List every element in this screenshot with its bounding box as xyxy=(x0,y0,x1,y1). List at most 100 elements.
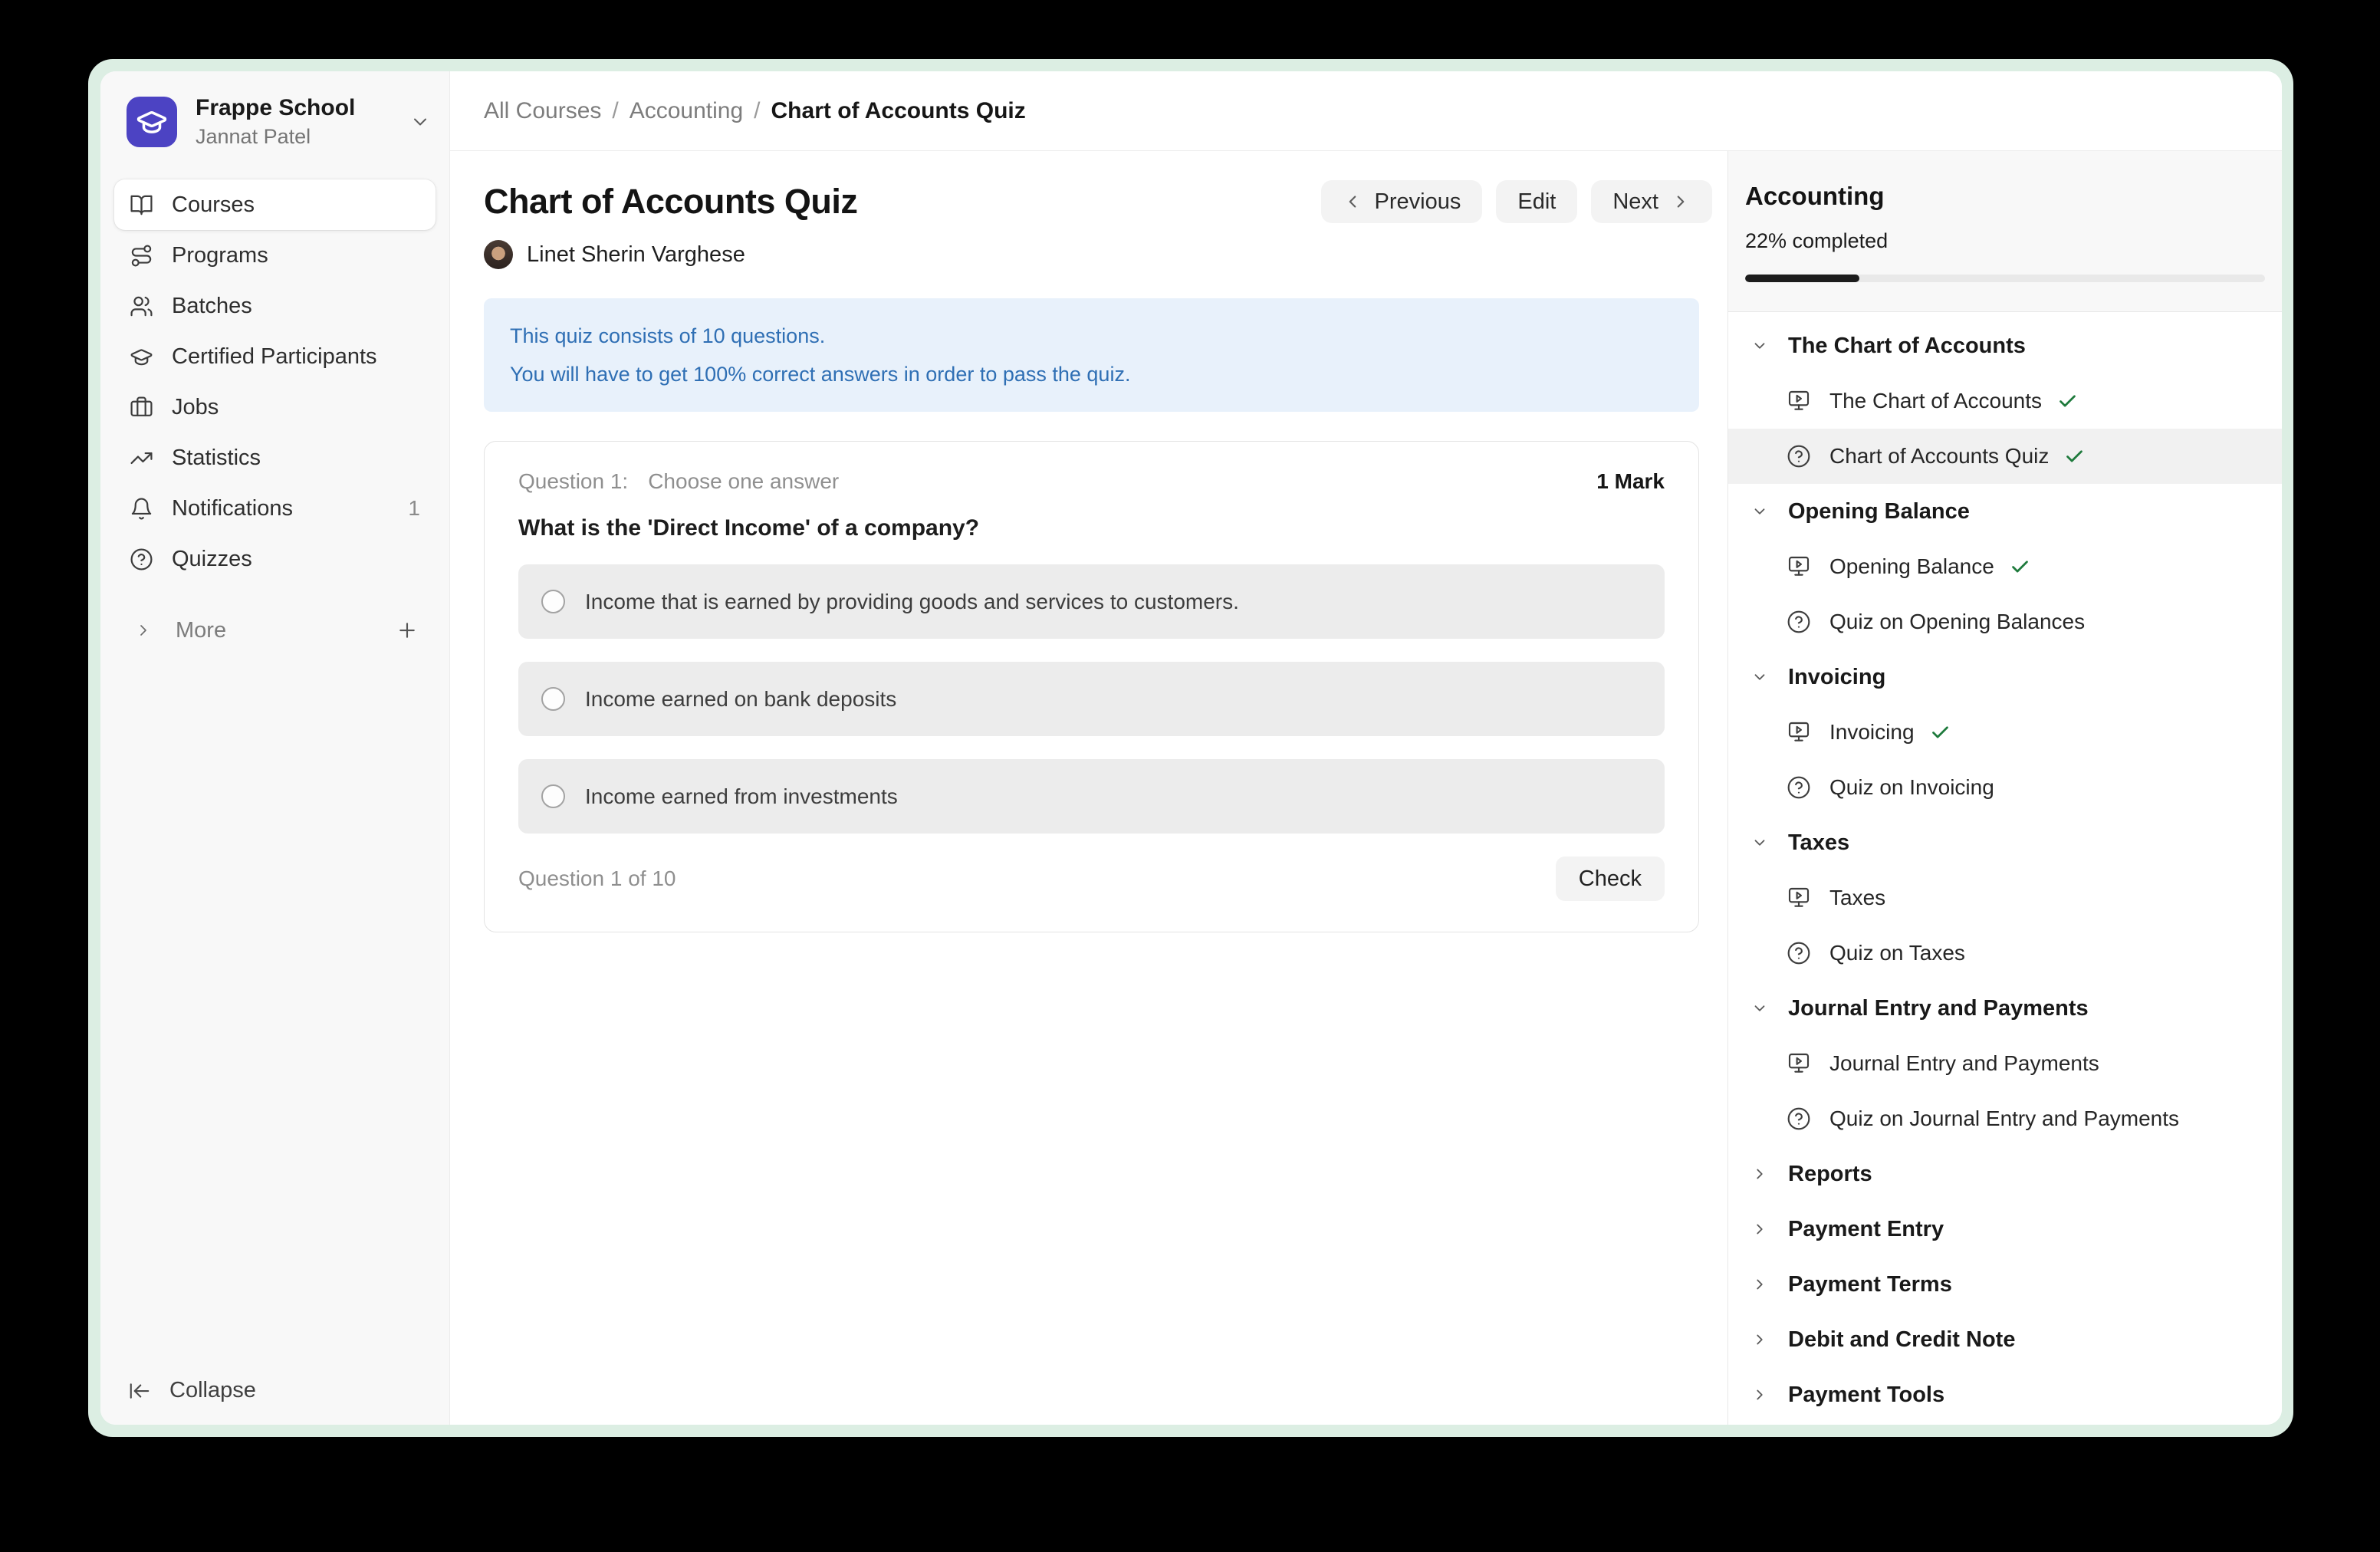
author-row: Linet Sherin Varghese xyxy=(484,240,1712,269)
outline-item-label: Opening Balance xyxy=(1829,554,1994,579)
chevron-right-icon xyxy=(1751,1276,1768,1293)
sidebar-item-batches[interactable]: Batches xyxy=(114,281,436,331)
outline-section-label: The Chart of Accounts xyxy=(1788,334,2026,359)
previous-label: Previous xyxy=(1375,189,1461,215)
course-progress-text: 22% completed xyxy=(1745,229,2265,253)
check-button[interactable]: Check xyxy=(1556,857,1665,901)
edit-label: Edit xyxy=(1517,189,1556,215)
chevron-left-icon xyxy=(1343,192,1363,212)
help-circle-icon xyxy=(130,547,153,571)
outline-section-payment-terms[interactable]: Payment Terms xyxy=(1728,1257,2282,1312)
quiz-actions: Previous Edit Next xyxy=(1321,180,1712,223)
radio-button[interactable] xyxy=(541,784,565,808)
course-outline-header: Accounting 22% completed xyxy=(1728,151,2282,312)
outline-section-debit-and-credit-note[interactable]: Debit and Credit Note xyxy=(1728,1312,2282,1367)
answer-option-2[interactable]: Income earned on bank deposits xyxy=(518,662,1665,736)
sidebar-item-quizzes[interactable]: Quizzes xyxy=(114,534,436,584)
quiz-info-line-1: This quiz consists of 10 questions. xyxy=(510,317,1673,355)
outline-lesson-the-chart-of-accounts[interactable]: The Chart of Accounts xyxy=(1728,373,2282,429)
chevron-right-icon xyxy=(1751,1331,1768,1348)
plus-icon[interactable] xyxy=(396,619,419,642)
quiz-icon xyxy=(1787,444,1811,469)
outline-section-label: Payment Entry xyxy=(1788,1217,1944,1242)
lesson-icon xyxy=(1787,389,1811,413)
next-button[interactable]: Next xyxy=(1591,180,1712,223)
outline-section-payment-entry[interactable]: Payment Entry xyxy=(1728,1202,2282,1257)
outline-section-journal-entry-and-payments[interactable]: Journal Entry and Payments xyxy=(1728,981,2282,1036)
brand-user-name: Jannat Patel xyxy=(196,124,409,149)
outline-section-the-chart-of-accounts[interactable]: The Chart of Accounts xyxy=(1728,318,2282,373)
sidebar-item-label: Notifications xyxy=(172,496,293,521)
outline-item-label: Quiz on Invoicing xyxy=(1829,775,1994,800)
question-card: Question 1: Choose one answer 1 Mark Wha… xyxy=(484,441,1699,932)
course-progress-fill xyxy=(1745,275,1859,282)
chevron-right-icon xyxy=(134,621,153,640)
edit-button[interactable]: Edit xyxy=(1496,180,1577,223)
sidebar-collapse-button[interactable]: Collapse xyxy=(128,1378,256,1403)
outline-lesson-opening-balance[interactable]: Opening Balance xyxy=(1728,539,2282,594)
outline-quiz-chart-of-accounts-quiz[interactable]: Chart of Accounts Quiz xyxy=(1728,429,2282,484)
answer-option-3[interactable]: Income earned from investments xyxy=(518,759,1665,834)
sidebar-item-courses[interactable]: Courses xyxy=(114,179,436,230)
outline-section-payment-tools[interactable]: Payment Tools xyxy=(1728,1367,2282,1422)
outline-quiz-on-opening-balances[interactable]: Quiz on Opening Balances xyxy=(1728,594,2282,649)
radio-button[interactable] xyxy=(541,590,565,613)
more-label: More xyxy=(176,618,226,643)
question-number-label: Question 1: xyxy=(518,469,628,494)
outline-section-taxes[interactable]: Taxes xyxy=(1728,815,2282,870)
outline-section-label: Debit and Credit Note xyxy=(1788,1327,2015,1353)
workspace-switcher[interactable]: Frappe School Jannat Patel xyxy=(100,71,449,149)
sidebar-item-label: Quizzes xyxy=(172,547,252,572)
sidebar-item-certified-participants[interactable]: Certified Participants xyxy=(114,331,436,382)
previous-button[interactable]: Previous xyxy=(1321,180,1483,223)
sidebar-more-toggle[interactable]: More xyxy=(100,607,449,653)
lesson-icon xyxy=(1787,886,1811,910)
next-label: Next xyxy=(1612,189,1658,215)
outline-quiz-on-journal-entry-and-payments[interactable]: Quiz on Journal Entry and Payments xyxy=(1728,1091,2282,1146)
outline-lesson-invoicing[interactable]: Invoicing xyxy=(1728,705,2282,760)
answer-option-1[interactable]: Income that is earned by providing goods… xyxy=(518,564,1665,639)
breadcrumb-all-courses[interactable]: All Courses xyxy=(484,98,601,124)
chevron-down-icon xyxy=(409,111,431,133)
outline-item-label: Journal Entry and Payments xyxy=(1829,1051,2099,1076)
sidebar-item-programs[interactable]: Programs xyxy=(114,230,436,281)
outline-quiz-on-invoicing[interactable]: Quiz on Invoicing xyxy=(1728,760,2282,815)
content-area: All Courses / Accounting / Chart of Acco… xyxy=(450,71,2282,1425)
page-title: Chart of Accounts Quiz xyxy=(484,182,1321,222)
quiz-icon xyxy=(1787,1106,1811,1131)
question-progress-label: Question 1 of 10 xyxy=(518,866,676,891)
sidebar-item-jobs[interactable]: Jobs xyxy=(114,382,436,432)
answer-option-label: Income earned from investments xyxy=(585,784,898,809)
breadcrumb-accounting[interactable]: Accounting xyxy=(630,98,743,124)
outline-section-label: Taxes xyxy=(1788,830,1849,856)
outline-section-reports[interactable]: Reports xyxy=(1728,1146,2282,1202)
radio-button[interactable] xyxy=(541,687,565,711)
outline-section-invoicing[interactable]: Invoicing xyxy=(1728,649,2282,705)
quiz-info-line-2: You will have to get 100% correct answer… xyxy=(510,355,1673,393)
chevron-right-icon xyxy=(1751,1221,1768,1238)
sidebar-item-statistics[interactable]: Statistics xyxy=(114,432,436,483)
completed-check-icon xyxy=(2010,557,2030,577)
quiz-icon xyxy=(1787,610,1811,634)
outline-lesson-taxes[interactable]: Taxes xyxy=(1728,870,2282,926)
outline-item-label: The Chart of Accounts xyxy=(1829,389,2042,413)
breadcrumb-separator: / xyxy=(612,98,618,124)
lesson-icon xyxy=(1787,1051,1811,1076)
author-avatar xyxy=(484,240,513,269)
breadcrumb: All Courses / Accounting / Chart of Acco… xyxy=(450,71,2282,151)
lesson-icon xyxy=(1787,554,1811,579)
outline-item-label: Invoicing xyxy=(1829,720,1915,745)
answer-option-label: Income earned on bank deposits xyxy=(585,687,896,712)
outline-quiz-on-taxes[interactable]: Quiz on Taxes xyxy=(1728,926,2282,981)
course-outline-list: The Chart of Accounts The Chart of Accou… xyxy=(1728,312,2282,1425)
sidebar-item-notifications[interactable]: Notifications 1 xyxy=(114,483,436,534)
outline-lesson-journal-entry-and-payments[interactable]: Journal Entry and Payments xyxy=(1728,1036,2282,1091)
completed-check-icon xyxy=(2064,446,2085,467)
app-window: Frappe School Jannat Patel Courses Progr… xyxy=(100,71,2282,1425)
outline-section-opening-balance[interactable]: Opening Balance xyxy=(1728,484,2282,539)
chevron-down-icon xyxy=(1751,1000,1768,1017)
book-open-icon xyxy=(130,193,153,217)
chevron-down-icon xyxy=(1751,337,1768,354)
outline-section-label: Payment Terms xyxy=(1788,1272,1952,1297)
outline-section-label: Payment Tools xyxy=(1788,1383,1944,1408)
